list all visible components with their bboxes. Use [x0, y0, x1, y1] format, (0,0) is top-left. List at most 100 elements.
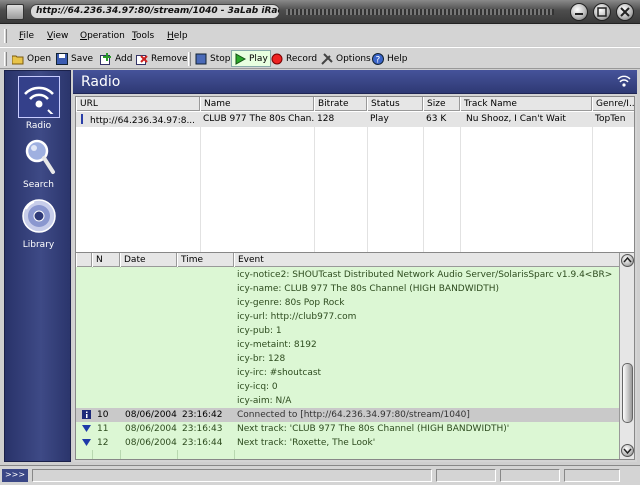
main-panel: Radio URL Name Bitrate Status Size Track…	[73, 70, 637, 462]
event-text: icy-aim: N/A	[237, 396, 292, 406]
down-triangle-icon	[79, 436, 91, 450]
maximize-icon	[597, 7, 607, 17]
radio-waves-icon	[23, 86, 54, 114]
title-bar[interactable]: http://64.236.34.97:80/stream/1040 - 3aL…	[0, 0, 640, 24]
column-time[interactable]: Time	[177, 253, 234, 267]
down-arrow-icon	[623, 448, 632, 455]
sidebar-item-radio[interactable]: Radio	[5, 76, 72, 131]
event-log-header: N Date Time Event	[76, 253, 620, 267]
sidebar-label-search: Search	[23, 180, 54, 190]
folder-icon	[12, 55, 24, 64]
column-status[interactable]: Status	[367, 97, 423, 111]
record-button[interactable]: Record	[269, 50, 319, 67]
column-track-name[interactable]: Track Name	[460, 97, 592, 111]
event-n: 10	[97, 410, 109, 420]
list-item[interactable]: 12 08/06/2004 23:16:44 Next track: 'Roxe…	[76, 436, 620, 450]
app-icon[interactable]	[6, 4, 24, 20]
save-button[interactable]: Save	[54, 50, 95, 67]
maximize-button[interactable]	[593, 3, 611, 21]
minimize-button[interactable]	[570, 3, 588, 21]
scroll-thumb[interactable]	[622, 363, 633, 423]
column-url[interactable]: URL	[76, 97, 200, 111]
menu-operation[interactable]: Operation	[80, 31, 125, 41]
window-title: http://64.236.34.97:80/stream/1040 - 3aL…	[30, 4, 280, 19]
list-item[interactable]: icy-metaint: 8192	[76, 338, 620, 352]
menu-grip	[4, 29, 7, 43]
help-icon: ?	[372, 52, 384, 65]
stop-button[interactable]: Stop	[193, 50, 232, 67]
panel-header: Radio	[73, 70, 637, 94]
sidebar-item-search[interactable]: Search	[5, 135, 72, 190]
minimize-icon	[575, 13, 583, 15]
close-icon	[620, 7, 630, 17]
event-n: 11	[97, 424, 109, 434]
remove-icon	[136, 54, 148, 65]
list-item[interactable]: 10 08/06/2004 23:16:42 Connected to [htt…	[76, 408, 620, 422]
column-event[interactable]: Event	[234, 253, 620, 267]
options-label: Options	[336, 53, 371, 64]
log-scrollbar[interactable]	[619, 253, 634, 459]
list-item[interactable]: icy-url: http://club977.com	[76, 310, 620, 324]
list-item[interactable]: icy-genre: 80s Pop Rock	[76, 296, 620, 310]
station-table-header: URL Name Bitrate Status Size Track Name …	[76, 97, 634, 111]
event-log[interactable]: N Date Time Event icy-notice2: SHOUTcast…	[75, 252, 635, 460]
event-text: Connected to [http://64.236.34.97:80/str…	[237, 410, 470, 420]
list-item[interactable]: icy-aim: N/A	[76, 394, 620, 408]
open-button[interactable]: Open	[10, 50, 53, 67]
expand-button[interactable]: >>>	[2, 469, 28, 482]
play-icon	[235, 52, 246, 65]
list-item[interactable]: icy-icq: 0	[76, 380, 620, 394]
event-text: icy-url: http://club977.com	[237, 312, 357, 322]
menu-tools[interactable]: Tools	[132, 31, 154, 41]
sidebar-item-library[interactable]: Library	[5, 195, 72, 250]
column-bitrate[interactable]: Bitrate	[314, 97, 367, 111]
scroll-up-button[interactable]	[621, 254, 634, 267]
status-segment	[564, 469, 620, 482]
toolbar-grip	[2, 50, 9, 67]
list-item[interactable]: icy-pub: 1	[76, 324, 620, 338]
add-button[interactable]: Add	[98, 50, 134, 67]
event-text: icy-pub: 1	[237, 326, 282, 336]
list-item[interactable]: icy-name: CLUB 977 The 80s Channel (HIGH…	[76, 282, 620, 296]
scroll-down-button[interactable]	[621, 444, 634, 457]
event-time: 23:16:44	[182, 438, 223, 448]
toolbar-sep	[186, 50, 193, 67]
help-button[interactable]: ? Help	[370, 50, 410, 67]
toolbar: Open Save Add Remove Stop Play Record Op…	[0, 47, 640, 69]
help-label: Help	[387, 53, 408, 64]
column-genre[interactable]: Genre/I...	[592, 97, 634, 111]
play-button[interactable]: Play	[231, 50, 271, 67]
menu-help[interactable]: Help	[167, 31, 188, 41]
panel-title: Radio	[81, 74, 121, 90]
magnifier-icon	[25, 139, 55, 174]
add-label: Add	[115, 53, 133, 64]
menu-file[interactable]: File	[19, 31, 34, 41]
list-item[interactable]: icy-notice2: SHOUTcast Distributed Netwo…	[76, 268, 620, 282]
sidebar: Radio Search Library	[4, 70, 71, 462]
event-text: icy-icq: 0	[237, 382, 278, 392]
list-item[interactable]: icy-irc: #shoutcast	[76, 366, 620, 380]
event-text: icy-genre: 80s Pop Rock	[237, 298, 345, 308]
volume-slider[interactable]	[500, 469, 560, 482]
remove-button[interactable]: Remove	[134, 50, 190, 67]
column-name[interactable]: Name	[200, 97, 314, 111]
menu-view[interactable]: View	[47, 31, 68, 41]
sidebar-label-library: Library	[22, 240, 55, 250]
list-item[interactable]: 11 08/06/2004 23:16:43 Next track: 'CLUB…	[76, 422, 620, 436]
table-row[interactable]: http://64.236.34.97:8... CLUB 977 The 80…	[76, 112, 634, 127]
column-n[interactable]: N	[92, 253, 120, 267]
event-date: 08/06/2004	[125, 424, 177, 434]
station-size: 63 K	[426, 114, 447, 124]
column-date[interactable]: Date	[120, 253, 177, 267]
event-text: icy-metaint: 8192	[237, 340, 317, 350]
event-text: icy-br: 128	[237, 354, 286, 364]
sidebar-label-radio: Radio	[25, 121, 52, 131]
column-size[interactable]: Size	[423, 97, 460, 111]
list-item[interactable]: icy-br: 128	[76, 352, 620, 366]
status-bar: >>>	[0, 465, 640, 485]
column-icon[interactable]	[76, 253, 92, 267]
options-button[interactable]: Options	[319, 50, 373, 67]
event-n: 12	[97, 438, 109, 448]
close-button[interactable]	[616, 3, 634, 21]
up-arrow-icon	[623, 256, 632, 263]
